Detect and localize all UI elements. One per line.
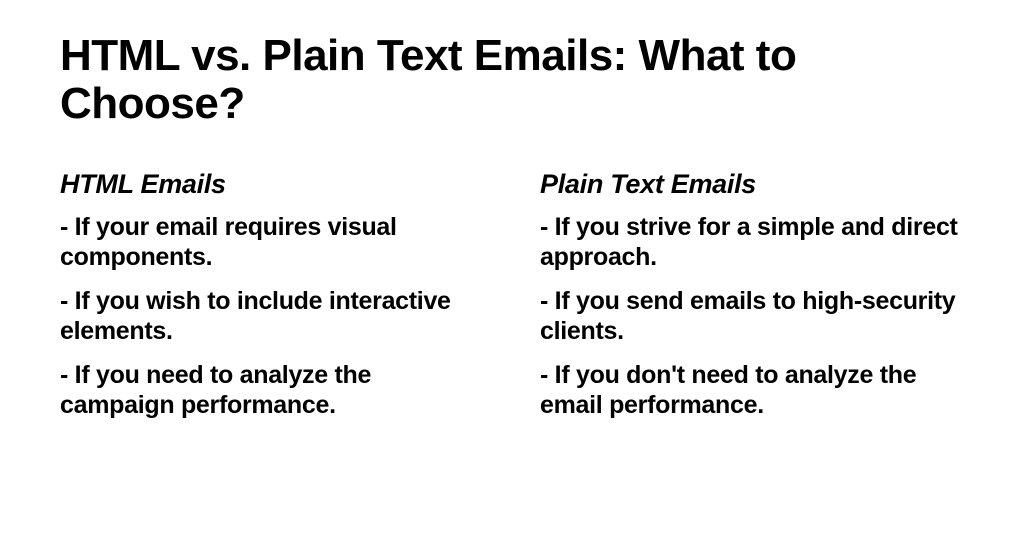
columns-container: HTML Emails - If your email requires vis… xyxy=(60,169,964,434)
list-item: - If you strive for a simple and direct … xyxy=(540,212,960,272)
column-plain-text-emails: Plain Text Emails - If you strive for a … xyxy=(540,169,960,434)
list-item: - If you need to analyze the campaign pe… xyxy=(60,360,480,420)
list-item: - If you wish to include interactive ele… xyxy=(60,286,480,346)
list-item: - If you send emails to high-security cl… xyxy=(540,286,960,346)
page-title: HTML vs. Plain Text Emails: What to Choo… xyxy=(60,32,964,129)
list-item: - If your email requires visual componen… xyxy=(60,212,480,272)
column-html-emails: HTML Emails - If your email requires vis… xyxy=(60,169,480,434)
list-item: - If you don't need to analyze the email… xyxy=(540,360,960,420)
column-heading-right: Plain Text Emails xyxy=(540,169,960,200)
column-heading-left: HTML Emails xyxy=(60,169,480,200)
